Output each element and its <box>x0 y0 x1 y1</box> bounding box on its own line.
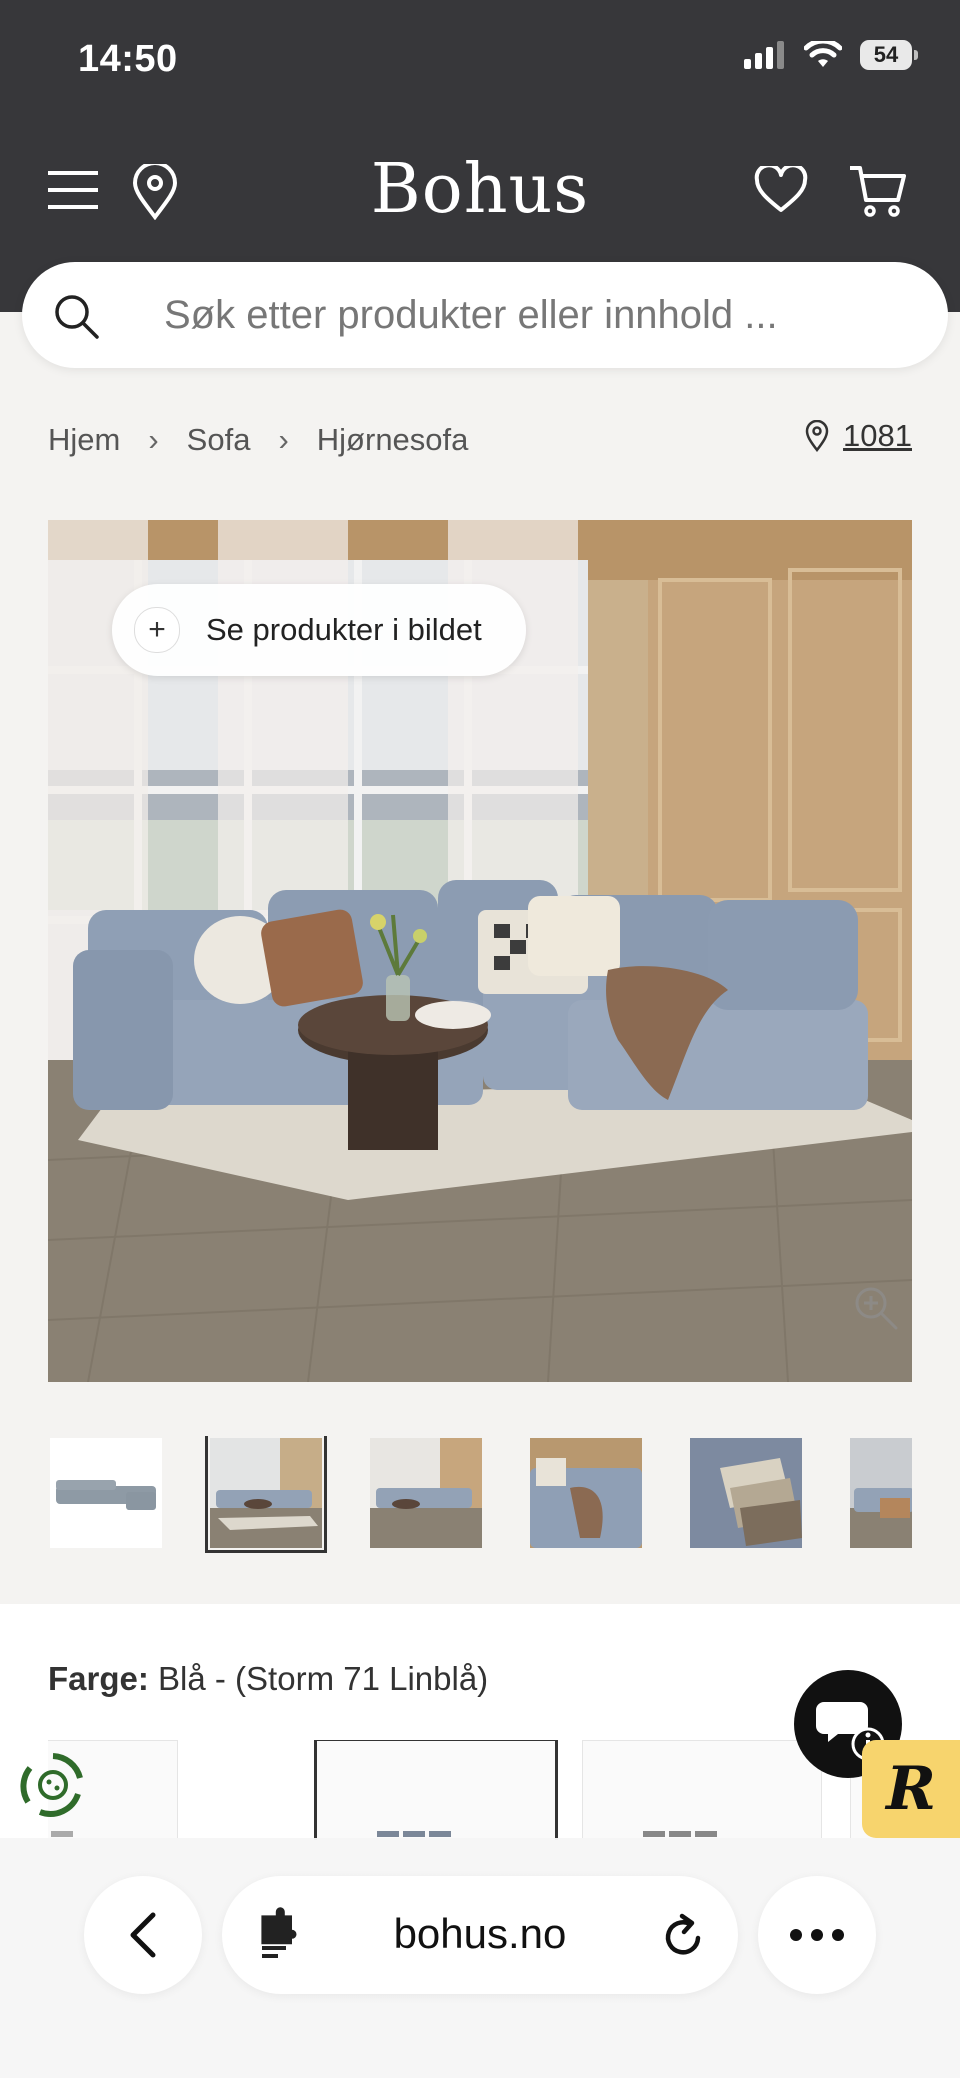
product-hero-image[interactable]: + Se produkter i bildet <box>48 520 912 1382</box>
thumbnail-strip <box>48 1436 912 1554</box>
see-products-in-image-button[interactable]: + Se produkter i bildet <box>112 584 526 676</box>
thumbnail-item[interactable] <box>50 1438 162 1548</box>
thumbnail-item[interactable] <box>850 1438 912 1548</box>
battery-indicator: 54 <box>860 40 918 70</box>
color-label-key: Farge: <box>48 1660 149 1697</box>
status-icons: 54 <box>744 40 918 70</box>
color-selection-label: Farge: Blå - (Storm 71 Linblå) <box>48 1660 488 1698</box>
breadcrumb-home[interactable]: Hjem <box>48 422 120 458</box>
chevron-right-icon: › <box>278 422 289 457</box>
chevron-right-icon: › <box>148 422 159 457</box>
zoom-in-icon[interactable] <box>852 1284 900 1332</box>
color-swatch[interactable] <box>582 1740 822 1840</box>
breadcrumb: Hjem › Sofa › Hjørnesofa <box>48 422 468 458</box>
signal-icon <box>744 41 784 69</box>
status-time: 14:50 <box>78 38 178 80</box>
brand-logo[interactable]: Bohus <box>0 150 960 229</box>
cart-icon[interactable] <box>848 164 908 218</box>
address-bar[interactable]: bohus.no <box>222 1876 738 1994</box>
color-label-value: Blå - (Storm 71 Linblå) <box>158 1660 489 1697</box>
more-horizontal-icon <box>790 1929 844 1941</box>
search-input[interactable] <box>162 286 906 344</box>
wifi-icon <box>804 41 842 67</box>
store-code[interactable]: 1081 <box>843 418 912 454</box>
search-icon <box>55 295 99 339</box>
back-button[interactable] <box>84 1876 202 1994</box>
thumbnail-item[interactable] <box>690 1438 802 1548</box>
thumbnail-item[interactable] <box>530 1438 642 1548</box>
store-selector[interactable]: 1081 <box>805 418 912 454</box>
location-pin-icon <box>805 420 829 452</box>
plus-icon: + <box>134 607 180 653</box>
heart-icon[interactable] <box>754 166 808 214</box>
breadcrumb-sofa[interactable]: Sofa <box>187 422 251 458</box>
color-swatch[interactable] <box>314 1740 558 1840</box>
reviews-r-icon[interactable]: R <box>862 1740 960 1838</box>
breadcrumb-corner-sofa[interactable]: Hjørnesofa <box>317 422 469 458</box>
thumbnail-item[interactable] <box>370 1438 482 1548</box>
search-bar[interactable] <box>22 262 948 368</box>
thumbnail-item[interactable] <box>205 1436 327 1553</box>
reload-icon[interactable] <box>660 1910 708 1960</box>
chevron-left-icon <box>130 1912 156 1958</box>
see-products-label: Se produkter i bildet <box>206 612 482 647</box>
recycle-icon[interactable] <box>18 1750 88 1820</box>
browser-toolbar: bohus.no <box>0 1838 960 2078</box>
more-options-button[interactable] <box>758 1876 876 1994</box>
